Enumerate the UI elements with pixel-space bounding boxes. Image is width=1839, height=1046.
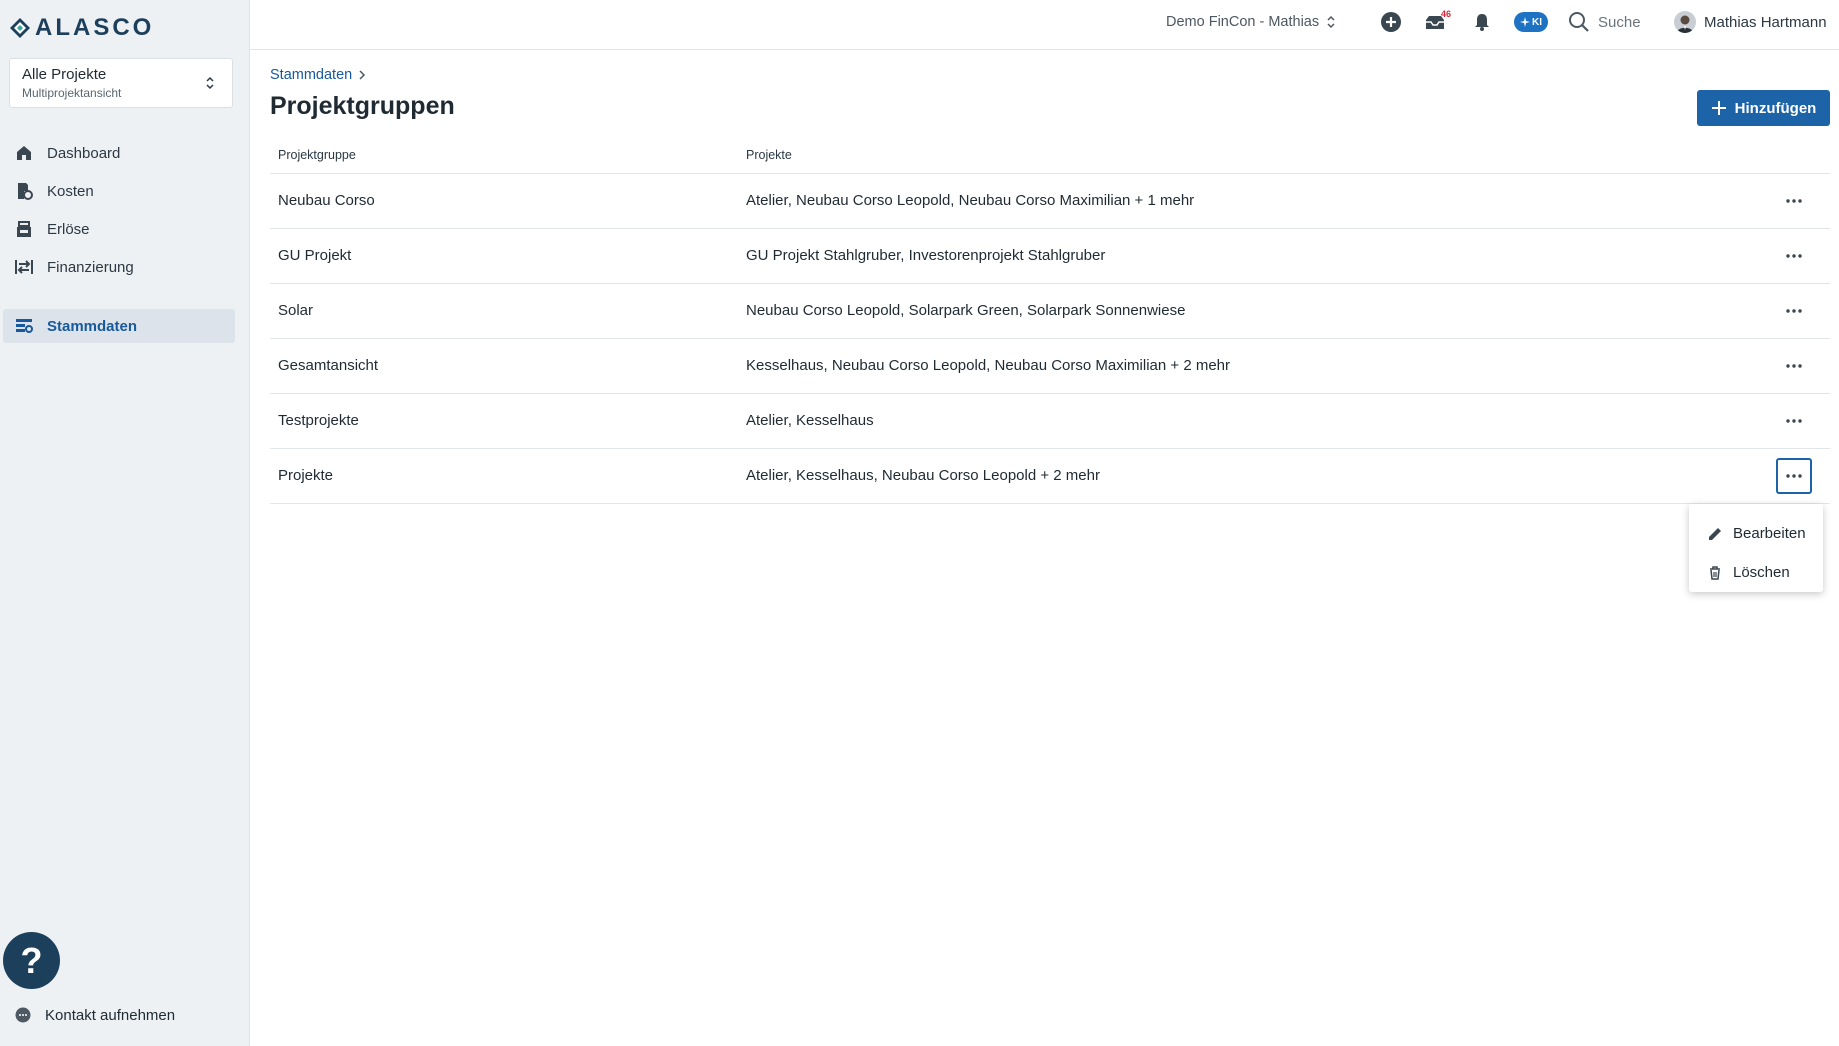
menu-item-delete[interactable]: Löschen: [1689, 553, 1823, 592]
row-actions-button[interactable]: [1776, 403, 1812, 439]
row-actions-button[interactable]: [1776, 348, 1812, 384]
inbox-button[interactable]: 46: [1424, 0, 1454, 44]
group-name-cell: Testprojekte: [270, 393, 738, 449]
alasco-logo[interactable]: ALASCO: [9, 14, 154, 42]
costs-icon: [18, 183, 33, 200]
table-row[interactable]: Gesamtansicht Kesselhaus, Neubau Corso L…: [270, 338, 1830, 394]
row-actions-button[interactable]: [1776, 238, 1812, 274]
more-horizontal-icon: [1786, 198, 1802, 203]
avatar: [1674, 11, 1696, 33]
search-button[interactable]: Suche: [1568, 0, 1641, 44]
table-row[interactable]: Testprojekte Atelier, Kesselhaus: [270, 393, 1830, 449]
column-header-actions: [1780, 148, 1830, 174]
page-title: Projektgruppen: [270, 92, 455, 120]
row-actions-button[interactable]: [1776, 293, 1812, 329]
search-icon: [1569, 12, 1589, 32]
help-button[interactable]: ?: [3, 932, 60, 989]
sidebar: ALASCO Alle Projekte Multiprojektansicht…: [0, 0, 250, 1046]
column-header-projekte[interactable]: Projekte: [738, 148, 1780, 174]
ki-badge: KI: [1514, 12, 1548, 32]
more-horizontal-icon: [1786, 418, 1802, 423]
sparkle-icon: [1520, 17, 1530, 27]
chevron-right-icon: [359, 70, 366, 80]
sidebar-item-dashboard[interactable]: Dashboard: [3, 136, 235, 170]
sidebar-item-label: Kosten: [47, 182, 94, 200]
revenue-icon: [17, 221, 31, 237]
group-name-cell: Neubau Corso: [270, 173, 738, 229]
sidebar-item-label: Erlöse: [47, 220, 90, 238]
ki-label: KI: [1532, 16, 1542, 28]
project-selector-title: Alle Projekte: [22, 66, 107, 83]
select-arrows-icon: [1327, 15, 1335, 29]
search-label: Suche: [1598, 13, 1641, 31]
financing-icon: [15, 260, 33, 274]
sidebar-item-label: Finanzierung: [47, 258, 134, 276]
menu-item-label: Löschen: [1733, 564, 1790, 581]
project-selector-subtitle: Multiprojektansicht: [22, 86, 122, 100]
add-button[interactable]: Hinzufügen: [1697, 90, 1830, 126]
tenant-label: Demo FinCon - Mathias: [1166, 14, 1320, 30]
add-button-label: Hinzufügen: [1734, 99, 1817, 117]
table-header-row: Projektgruppe Projekte: [270, 148, 1830, 174]
plus-icon: [1711, 101, 1726, 115]
sidebar-item-label: Stammdaten: [47, 317, 138, 335]
more-horizontal-icon: [1786, 253, 1802, 258]
select-arrows-icon: [206, 76, 214, 90]
projects-cell: Atelier, Kesselhaus: [738, 393, 1780, 449]
contact-link[interactable]: Kontakt aufnehmen: [14, 1006, 175, 1024]
table-row[interactable]: Projekte Atelier, Kesselhaus, Neubau Cor…: [270, 448, 1830, 504]
column-header-projektgruppe[interactable]: Projektgruppe: [270, 148, 738, 174]
row-actions-button[interactable]: [1776, 457, 1812, 494]
logo-text: ALASCO: [35, 14, 155, 41]
sidebar-item-stammdaten[interactable]: Stammdaten: [3, 309, 235, 343]
more-horizontal-icon: [1786, 363, 1802, 368]
sidebar-item-label: Dashboard: [47, 144, 121, 162]
projects-cell: Kesselhaus, Neubau Corso Leopold, Neubau…: [738, 338, 1780, 394]
group-name-cell: Projekte: [270, 448, 738, 504]
project-groups-table: Projektgruppe Projekte Neubau Corso Atel…: [270, 148, 1830, 504]
logo-mark-icon: [10, 18, 30, 38]
table-row[interactable]: GU Projekt GU Projekt Stahlgruber, Inves…: [270, 228, 1830, 284]
group-name-cell: Solar: [270, 283, 738, 339]
projects-cell: GU Projekt Stahlgruber, Investorenprojek…: [738, 228, 1780, 284]
bell-icon: [1475, 14, 1489, 31]
sidebar-item-kosten[interactable]: Kosten: [3, 174, 235, 208]
more-horizontal-icon: [1786, 473, 1802, 478]
contact-label: Kontakt aufnehmen: [45, 1006, 176, 1024]
sidebar-item-erloese[interactable]: Erlöse: [3, 212, 235, 246]
user-name: Mathias Hartmann: [1704, 13, 1827, 31]
table-row[interactable]: Solar Neubau Corso Leopold, Solarpark Gr…: [270, 283, 1830, 339]
tenant-switcher[interactable]: Demo FinCon - Mathias: [1166, 0, 1335, 44]
menu-item-edit[interactable]: Bearbeiten: [1689, 514, 1823, 553]
menu-item-label: Bearbeiten: [1733, 525, 1806, 542]
user-menu[interactable]: Mathias Hartmann: [1674, 0, 1827, 44]
pencil-icon: [1709, 527, 1721, 540]
group-name-cell: GU Projekt: [270, 228, 738, 284]
trash-icon: [1710, 565, 1720, 580]
master-data-icon: [16, 319, 33, 333]
sidebar-nav: Dashboard Kosten Erlöse Finanzierung Sta…: [0, 132, 250, 347]
sidebar-item-finanzierung[interactable]: Finanzierung: [3, 250, 235, 284]
group-name-cell: Gesamtansicht: [270, 338, 738, 394]
project-selector[interactable]: Alle Projekte Multiprojektansicht: [9, 58, 233, 108]
more-horizontal-icon: [1786, 308, 1802, 313]
projects-cell: Atelier, Kesselhaus, Neubau Corso Leopol…: [738, 448, 1780, 504]
table-row[interactable]: Neubau Corso Atelier, Neubau Corso Leopo…: [270, 173, 1830, 229]
breadcrumb-stammdaten[interactable]: Stammdaten: [270, 67, 352, 83]
topbar: Demo FinCon - Mathias 46 KI Suche Mathia…: [250, 0, 1839, 50]
projects-cell: Atelier, Neubau Corso Leopold, Neubau Co…: [738, 173, 1780, 229]
home-icon: [17, 146, 31, 160]
plus-circle-icon: [1381, 12, 1401, 32]
ki-assistant-button[interactable]: KI: [1514, 0, 1548, 44]
row-context-menu: Bearbeiten Löschen: [1689, 504, 1823, 592]
chat-icon: [15, 1007, 31, 1023]
breadcrumb: Stammdaten: [270, 67, 366, 83]
notifications-button[interactable]: [1472, 0, 1492, 44]
help-button-label: ?: [20, 939, 43, 981]
row-actions-button[interactable]: [1776, 183, 1812, 219]
create-button[interactable]: [1380, 0, 1402, 44]
projects-cell: Neubau Corso Leopold, Solarpark Green, S…: [738, 283, 1780, 339]
notification-count-badge: 46: [1441, 9, 1452, 19]
